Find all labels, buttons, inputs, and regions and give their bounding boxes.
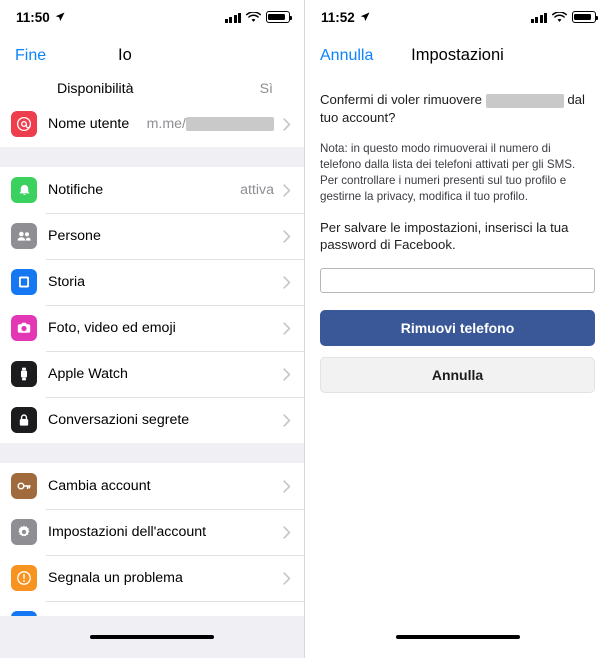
warning-icon (11, 565, 37, 591)
instruction-text: Per salvare le impostazioni, inserisci l… (320, 219, 569, 253)
row-label: Conversazioni segrete (48, 412, 190, 428)
lock-icon (11, 407, 37, 433)
wifi-icon (552, 11, 567, 23)
cancel-button[interactable]: Annulla (320, 357, 595, 394)
status-left-group: 11:52 (321, 10, 370, 25)
chevron-right-icon (283, 117, 291, 131)
cancel-nav-button[interactable]: Annulla (320, 47, 373, 65)
home-indicator[interactable] (90, 634, 214, 640)
camera-icon (11, 315, 37, 341)
row-label: Cambia account (48, 478, 151, 494)
home-indicator[interactable] (395, 634, 520, 640)
status-bar-left: 11:50 (0, 0, 304, 34)
remove-phone-button[interactable]: Rimuovi telefono (320, 310, 595, 347)
key-icon (11, 473, 37, 499)
row-nome-utente[interactable]: Nome utente m.me/ (0, 101, 304, 147)
status-time: 11:52 (321, 9, 355, 25)
wifi-icon (246, 11, 261, 23)
at-sign-icon (11, 111, 37, 137)
chevron-right-icon (283, 229, 291, 243)
row-impostazioni-account[interactable]: Impostazioni dell'account (0, 509, 304, 555)
chevron-right-icon (283, 571, 291, 585)
chevron-right-icon (283, 413, 291, 427)
right-screen: 11:52 Annulla Impostazioni Confermi di v… (305, 0, 610, 658)
gear-icon (11, 519, 37, 545)
row-disponibilita[interactable]: Disponibilità Sì (0, 77, 304, 101)
location-arrow-icon (55, 12, 65, 22)
row-persone[interactable]: Persone (0, 213, 304, 259)
row-label: Nome utente (48, 116, 130, 132)
status-time: 11:50 (16, 9, 50, 25)
status-right-group (224, 11, 293, 23)
battery-icon (266, 11, 293, 23)
left-screen: 11:50 Fine Io Disponibilità Sì Nome uten… (0, 0, 305, 658)
cellular-signal-icon (224, 12, 241, 23)
nav-bar-left: Fine Io (0, 34, 304, 77)
chevron-right-icon (283, 367, 291, 381)
battery-icon (572, 11, 599, 23)
row-cambia-account[interactable]: Cambia account (0, 463, 304, 509)
row-notifiche[interactable]: Notifiche attiva (0, 167, 304, 213)
watch-icon (11, 361, 37, 387)
row-label: Impostazioni dell'account (48, 524, 207, 540)
row-value: attiva (240, 182, 274, 198)
row-label: Notifiche (48, 182, 104, 198)
people-icon (11, 223, 37, 249)
row-label: Persone (48, 228, 101, 244)
chevron-right-icon (283, 275, 291, 289)
group-separator (0, 147, 304, 167)
bell-icon (11, 177, 37, 203)
row-label: Segnala un problema (48, 570, 183, 586)
settings-list: Disponibilità Sì Nome utente m.me/ Notif… (0, 77, 304, 658)
row-foto-video-emoji[interactable]: Foto, video ed emoji (0, 305, 304, 351)
remove-phone-dialog: Confermi di voler rimuovere dal tuo acco… (305, 77, 610, 394)
row-apple-watch[interactable]: Apple Watch (0, 351, 304, 397)
confirm-text: Confermi di voler rimuovere dal tuo acco… (320, 91, 595, 127)
screenshot-root: 11:50 Fine Io Disponibilità Sì Nome uten… (0, 0, 610, 658)
location-arrow-icon (360, 12, 370, 22)
done-button[interactable]: Fine (15, 47, 46, 65)
nav-bar-right: Annulla Impostazioni (305, 34, 610, 77)
note-text: Nota: in questo modo rimuoverai il numer… (320, 141, 576, 203)
row-label: Foto, video ed emoji (48, 320, 176, 336)
redacted-value (186, 117, 274, 132)
row-storia[interactable]: Storia (0, 259, 304, 305)
confirm-text-before: Confermi di voler rimuovere (320, 92, 482, 107)
row-label: Storia (48, 274, 86, 290)
password-input[interactable] (320, 268, 595, 294)
row-segnala-problema[interactable]: Segnala un problema (0, 555, 304, 601)
row-label: Apple Watch (48, 366, 128, 382)
status-left-group: 11:50 (16, 10, 65, 25)
chevron-right-icon (283, 321, 291, 335)
status-right-group (530, 11, 599, 23)
story-icon (11, 269, 37, 295)
home-indicator-area-right (305, 616, 610, 658)
status-bar-right: 11:52 (305, 0, 610, 34)
group-separator (0, 443, 304, 463)
home-indicator-area-left (0, 616, 304, 658)
row-label: Disponibilità (57, 81, 134, 97)
row-conversazioni-segrete[interactable]: Conversazioni segrete (0, 397, 304, 443)
chevron-right-icon (283, 183, 291, 197)
chevron-right-icon (283, 479, 291, 493)
page-title-left: Io (118, 46, 132, 64)
row-value: m.me/ (147, 116, 274, 132)
cellular-signal-icon (530, 12, 547, 23)
row-value: Sì (259, 81, 273, 97)
chevron-right-icon (283, 525, 291, 539)
redacted-phone (485, 93, 564, 108)
